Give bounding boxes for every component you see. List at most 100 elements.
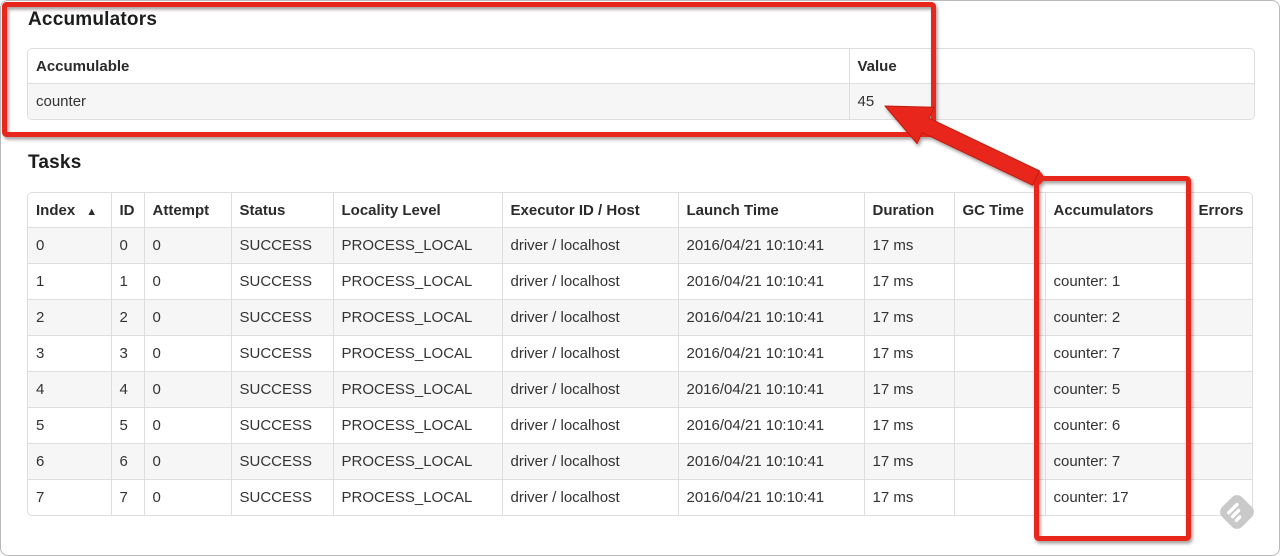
table-cell: 6 (28, 443, 111, 480)
table-cell: driver / localhost (501, 299, 678, 336)
table-cell: SUCCESS (230, 407, 333, 444)
table-cell (1189, 335, 1252, 372)
table-cell (953, 371, 1045, 408)
tasks-table: Index ▲ ID Attempt Status Locality Level … (27, 192, 1253, 516)
table-cell: counter: 6 (1044, 407, 1190, 444)
table-cell: 17 ms (863, 227, 954, 264)
table-cell: driver / localhost (501, 443, 678, 480)
table-cell: counter: 17 (1044, 479, 1190, 515)
table-cell (953, 335, 1045, 372)
table-cell: SUCCESS (230, 443, 333, 480)
table-cell: counter: 7 (1044, 335, 1190, 372)
table-cell: 1 (28, 263, 111, 300)
table-cell: PROCESS_LOCAL (332, 263, 502, 300)
table-cell: 17 ms (863, 299, 954, 336)
table-cell: PROCESS_LOCAL (332, 371, 502, 408)
column-header-id[interactable]: ID (110, 193, 144, 228)
table-cell: counter: 1 (1044, 263, 1190, 300)
column-header-accumulators[interactable]: Accumulators (1044, 193, 1190, 228)
column-header-errors[interactable]: Errors (1189, 193, 1252, 228)
table-cell (953, 299, 1045, 336)
column-header-launch-time[interactable]: Launch Time (677, 193, 864, 228)
table-cell: driver / localhost (501, 263, 678, 300)
table-cell: PROCESS_LOCAL (332, 335, 502, 372)
table-cell (1044, 227, 1190, 264)
table-cell: 17 ms (863, 371, 954, 408)
table-row: 5 5 0 SUCCESS PROCESS_LOCAL driver / localhos… (28, 407, 1252, 444)
accumulators-section-title: Accumulators (28, 9, 158, 30)
table-cell: 7 (28, 479, 111, 515)
table-cell: SUCCESS (230, 263, 333, 300)
table-cell (1189, 227, 1252, 264)
column-header-status[interactable]: Status (230, 193, 333, 228)
table-cell: 17 ms (863, 335, 954, 372)
column-header-duration[interactable]: Duration (863, 193, 954, 228)
column-header-attempt[interactable]: Attempt (143, 193, 231, 228)
column-header-index-label: Index (36, 202, 76, 219)
tasks-table-body: 0 0 0 SUCCESS PROCESS_LOCAL driver / localhos… (28, 227, 1252, 515)
table-cell: counter (28, 83, 849, 119)
accumulators-table: Accumulable Value counter 45 (27, 48, 1255, 120)
table-header-row: Index ▲ ID Attempt Status Locality Level … (28, 193, 1252, 228)
table-cell (1189, 299, 1252, 336)
table-cell (953, 443, 1045, 480)
table-cell: SUCCESS (230, 335, 333, 372)
table-cell: 5 (110, 407, 144, 444)
table-cell: 6 (110, 443, 144, 480)
table-cell: 0 (143, 299, 231, 336)
table-cell (953, 263, 1045, 300)
column-header-gc-time[interactable]: GC Time (953, 193, 1045, 228)
table-row: 0 0 0 SUCCESS PROCESS_LOCAL driver / localhos… (28, 227, 1252, 264)
tasks-section-title: Tasks (28, 152, 82, 173)
table-cell: 2016/04/21 10:10:41 (677, 407, 864, 444)
table-cell: 17 ms (863, 407, 954, 444)
table-cell: 0 (143, 227, 231, 264)
table-cell: 17 ms (863, 443, 954, 480)
table-cell: 2016/04/21 10:10:41 (677, 263, 864, 300)
table-cell: PROCESS_LOCAL (332, 299, 502, 336)
column-header-value: Value (848, 49, 1254, 84)
sort-ascending-icon: ▲ (86, 206, 98, 218)
table-row: 6 6 0 SUCCESS PROCESS_LOCAL driver / localhos… (28, 443, 1252, 480)
table-cell (1189, 263, 1252, 300)
table-cell: SUCCESS (230, 227, 333, 264)
table-cell: 2016/04/21 10:10:41 (677, 443, 864, 480)
table-cell: PROCESS_LOCAL (332, 407, 502, 444)
table-cell: 2016/04/21 10:10:41 (677, 371, 864, 408)
table-cell: driver / localhost (501, 407, 678, 444)
table-row: 7 7 0 SUCCESS PROCESS_LOCAL driver / localhos… (28, 479, 1252, 515)
table-cell: driver / localhost (501, 479, 678, 515)
table-cell: 5 (28, 407, 111, 444)
table-cell: 2 (28, 299, 111, 336)
table-cell (1189, 443, 1252, 480)
table-cell: SUCCESS (230, 371, 333, 408)
table-cell: 2016/04/21 10:10:41 (677, 299, 864, 336)
column-header-index[interactable]: Index ▲ (28, 193, 111, 228)
table-cell: PROCESS_LOCAL (332, 227, 502, 264)
table-cell: 0 (143, 443, 231, 480)
table-cell: 0 (143, 371, 231, 408)
table-cell: PROCESS_LOCAL (332, 479, 502, 515)
table-cell: 17 ms (863, 263, 954, 300)
column-header-locality-level[interactable]: Locality Level (332, 193, 502, 228)
table-cell: 0 (143, 263, 231, 300)
table-row: counter 45 (28, 83, 1254, 119)
column-header-executor-id-host[interactable]: Executor ID / Host (501, 193, 678, 228)
table-cell (1189, 371, 1252, 408)
table-cell (953, 407, 1045, 444)
table-row: 1 1 0 SUCCESS PROCESS_LOCAL driver / localhos… (28, 263, 1252, 300)
table-cell: 4 (28, 371, 111, 408)
table-cell: PROCESS_LOCAL (332, 443, 502, 480)
table-cell: driver / localhost (501, 227, 678, 264)
table-row: 2 2 0 SUCCESS PROCESS_LOCAL driver / localhos… (28, 299, 1252, 336)
table-cell: 4 (110, 371, 144, 408)
table-cell: 0 (143, 407, 231, 444)
table-cell: 7 (110, 479, 144, 515)
table-cell: 0 (110, 227, 144, 264)
table-cell (1189, 407, 1252, 444)
table-cell: 2 (110, 299, 144, 336)
table-cell (953, 479, 1045, 515)
table-cell: 0 (143, 335, 231, 372)
table-header-row: Accumulable Value (28, 49, 1254, 84)
table-cell: 0 (143, 479, 231, 515)
